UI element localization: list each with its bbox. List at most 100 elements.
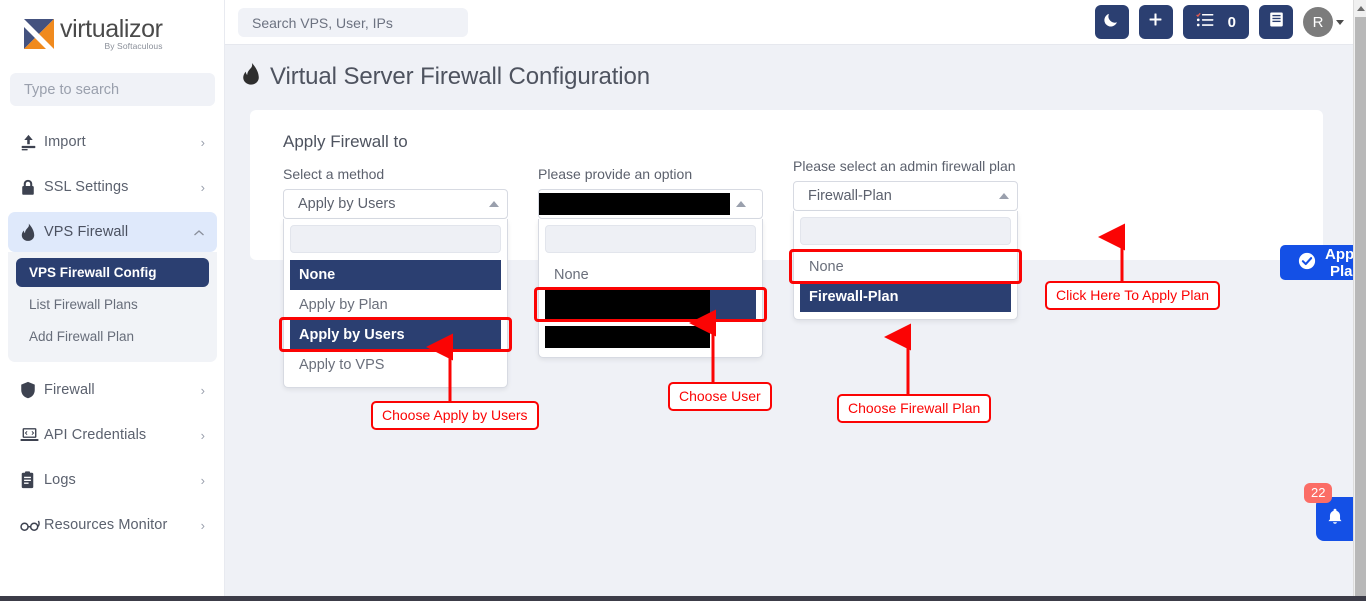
option-option-user-selected[interactable] [545,290,756,320]
annotation-choose-apply-by-users: Choose Apply by Users [371,401,539,430]
redacted-option [545,290,710,320]
shield-icon [20,381,44,399]
scrollbar-thumb[interactable] [1355,17,1366,596]
sidebar-subitem-label: List Firewall Plans [29,297,138,312]
sidebar-item-logs[interactable]: Logs › [8,460,217,500]
field-label: Please provide an option [538,166,693,182]
sidebar-item-label: Resources Monitor [44,517,168,533]
caret-up-icon [999,193,1009,199]
card-heading: Apply Firewall to [283,132,408,151]
option-select-value [539,193,736,215]
sidebar-item-vps-firewall-config[interactable]: VPS Firewall Config [16,258,209,287]
method-select-value: Apply by Users [298,196,396,212]
sidebar-item-firewall[interactable]: Firewall › [8,370,217,410]
window-bottom-bar [0,596,1366,601]
field-provide-option: Please provide an option None [534,165,767,358]
top-bar: 0 R [225,0,1354,45]
documentation-button[interactable] [1259,5,1293,39]
chevron-right-icon: › [200,179,205,195]
book-icon [1268,11,1285,33]
sidebar-subitem-label: Add Firewall Plan [29,329,135,344]
tasks-count: 0 [1227,13,1236,31]
virtualizor-logo-icon [24,19,54,49]
bell-icon [1326,507,1344,531]
plan-dropdown: None Firewall-Plan [793,211,1018,320]
laptop-code-icon [20,427,44,443]
app-root: virtualizor By Softaculous Import › [0,0,1366,601]
plan-select[interactable]: Firewall-Plan [793,181,1018,211]
option-select[interactable] [538,189,763,219]
chevron-right-icon: › [200,472,205,488]
lock-icon [20,179,44,196]
user-menu[interactable]: R [1303,7,1344,37]
option-label: Firewall-Plan [809,289,899,305]
sidebar-item-vps-firewall[interactable]: VPS Firewall [8,212,217,252]
method-dropdown: None Apply by Plan Apply by Users Apply … [283,219,508,388]
option-label: None [554,267,589,283]
sidebar-item-label: Firewall [44,382,95,398]
avatar[interactable]: R [1303,7,1333,37]
annotation-choose-user: Choose User [668,382,772,411]
glasses-icon [20,519,44,532]
caret-up-icon [736,201,746,207]
top-bar-actions: 0 R [1094,5,1344,39]
main-content: Virtual Server Firewall Configuration Ap… [225,45,1366,596]
annotation-text: Choose User [679,388,761,404]
method-option-none[interactable]: None [290,260,501,290]
sidebar-subitem-label: VPS Firewall Config [29,265,157,280]
option-label: Apply by Plan [299,297,388,313]
annotation-text: Click Here To Apply Plan [1056,287,1210,303]
brand-logo[interactable]: virtualizor By Softaculous [24,14,163,51]
sidebar-search-input[interactable] [10,73,215,106]
page-title-text: Virtual Server Firewall Configuration [270,63,651,90]
plan-select-value: Firewall-Plan [808,188,892,204]
dark-mode-button[interactable] [1094,5,1129,39]
tasks-button[interactable]: 0 [1182,5,1249,39]
notifications-button[interactable]: 22 [1304,483,1354,541]
field-admin-firewall-plan: Please select an admin firewall plan Fir… [789,157,1022,320]
sidebar-item-api-credentials[interactable]: API Credentials › [8,415,217,455]
apply-firewall-card: Apply Firewall to Select a method Apply … [250,110,1366,388]
check-circle-icon [1298,252,1316,274]
option-option-user-2[interactable] [545,320,756,350]
field-label: Select a method [283,166,385,182]
sidebar-nav: Import › SSL Settings › VPS Firewall VPS… [0,122,225,545]
option-dropdown-search-input[interactable] [545,225,756,253]
task-list-icon [1195,12,1214,33]
annotation-text: Choose Firewall Plan [848,400,981,416]
plan-option-firewall-plan[interactable]: Firewall-Plan [800,282,1011,312]
option-label: Apply to VPS [299,357,385,373]
sidebar-item-list-firewall-plans[interactable]: List Firewall Plans [16,290,209,319]
sidebar-item-label: API Credentials [44,427,147,443]
annotation-choose-firewall-plan: Choose Firewall Plan [837,394,992,423]
sidebar-subnav-vps-firewall: VPS Firewall Config List Firewall Plans … [8,252,217,362]
caret-down-icon [1336,19,1344,25]
plan-option-none[interactable]: None [800,252,1011,282]
sidebar-item-ssl-settings[interactable]: SSL Settings › [8,167,217,207]
sidebar-item-resources-monitor[interactable]: Resources Monitor › [8,505,217,545]
method-dropdown-search-input[interactable] [290,225,501,253]
field-select-method: Select a method Apply by Users None Appl… [279,165,512,388]
chevron-right-icon: › [200,382,205,398]
method-option-apply-to-vps[interactable]: Apply to VPS [290,350,501,380]
sidebar-item-label: VPS Firewall [44,224,129,240]
method-option-apply-by-users[interactable]: Apply by Users [290,320,501,350]
redacted-value [539,193,730,215]
sidebar-item-add-firewall-plan[interactable]: Add Firewall Plan [16,322,209,351]
plan-dropdown-search-input[interactable] [800,217,1011,245]
page-title: Virtual Server Firewall Configuration [241,62,650,92]
option-option-none[interactable]: None [545,260,756,290]
chevron-right-icon: › [200,134,205,150]
annotation-click-here-to-apply-plan: Click Here To Apply Plan [1045,281,1221,310]
sidebar-item-import[interactable]: Import › [8,122,217,162]
search-input[interactable] [238,8,468,37]
clipboard-icon [20,471,44,489]
moon-icon [1103,11,1120,33]
add-button[interactable] [1138,5,1173,39]
method-select[interactable]: Apply by Users [283,189,508,219]
option-label: None [809,259,844,275]
chevron-right-icon: › [200,517,205,533]
vertical-scrollbar[interactable] [1353,0,1366,596]
method-option-apply-by-plan[interactable]: Apply by Plan [290,290,501,320]
scroll-up-button[interactable] [1354,0,1366,17]
